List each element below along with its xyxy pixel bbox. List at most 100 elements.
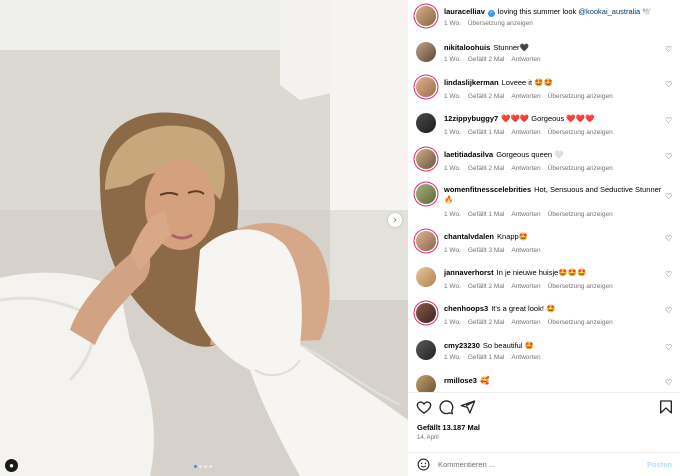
comment-like-heart-icon[interactable]: ♡ [665, 80, 672, 89]
comments-panel: lauracelliav ✓ loving this summer look @ko… [408, 0, 680, 476]
comment-username[interactable]: nikitaloohuis [444, 43, 490, 52]
comment-username[interactable]: womenfitnesscelebrities [444, 185, 531, 194]
smiley-icon[interactable] [417, 458, 430, 471]
caption-mention[interactable]: @kookai_australia [578, 7, 640, 16]
comment-username[interactable]: chenhoops3 [444, 304, 488, 313]
comment-time[interactable]: 1 Wo. [444, 129, 461, 136]
comment-username[interactable]: chantalvdalen [444, 232, 494, 241]
commenter-avatar[interactable] [416, 231, 436, 251]
tagged-users-icon[interactable]: ● [5, 459, 18, 472]
commenter-avatar[interactable] [416, 375, 436, 392]
comment-time[interactable]: 1 Wo. [444, 165, 461, 172]
comment-translate[interactable]: Übersetzung anzeigen [548, 165, 613, 172]
comment-translate[interactable]: Übersetzung anzeigen [548, 319, 613, 326]
heart-icon[interactable] [416, 399, 432, 415]
comment-translate[interactable]: Übersetzung anzeigen [548, 283, 613, 290]
comment-time[interactable]: 1 Wo. [444, 319, 461, 326]
caption-translate[interactable]: Übersetzung anzeigen [468, 20, 533, 27]
post-actions: Gefällt 13.187 Mal 14. April [408, 392, 680, 446]
comment-like-heart-icon[interactable]: ♡ [665, 152, 672, 161]
post-date: 14. April [417, 435, 439, 441]
comment-like-heart-icon[interactable]: ♡ [665, 45, 672, 54]
caption-emoji: 🕊️ [642, 7, 652, 16]
comment-username[interactable]: lindaslijkerman [444, 78, 499, 87]
commenter-avatar[interactable] [416, 77, 436, 97]
comment-translate[interactable]: Übersetzung anzeigen [548, 129, 613, 136]
comment-likes[interactable]: Gefällt 1 Mal [468, 354, 505, 361]
comment-username[interactable]: jannaverhorst [444, 268, 494, 277]
post-photo[interactable]: › ● [0, 0, 408, 476]
author-avatar[interactable] [416, 6, 436, 26]
comment-time[interactable]: 1 Wo. [444, 247, 461, 254]
comment-text: Stunner🖤 [493, 43, 529, 52]
reply-button[interactable]: Antworten [511, 354, 540, 361]
next-slide-button[interactable]: › [388, 213, 402, 227]
comment-translate[interactable]: Übersetzung anzeigen [548, 93, 613, 100]
reply-button[interactable]: Antworten [511, 283, 540, 290]
bookmark-icon[interactable] [658, 399, 674, 415]
comment-likes[interactable]: Gefällt 3 Mal [468, 247, 505, 254]
comment-text: Knapp🤩 [497, 232, 529, 241]
comment-likes[interactable]: Gefällt 2 Mal [468, 283, 505, 290]
carousel-dot [199, 465, 202, 468]
carousel-dots [194, 465, 212, 468]
comment-likes[interactable]: Gefällt 1 Mal [468, 211, 505, 218]
comment-time[interactable]: 1 Wo. [444, 56, 461, 63]
comment-username[interactable]: 12zippybuggy7 [444, 114, 498, 123]
comment-likes[interactable]: Gefällt 2 Mal [468, 56, 505, 63]
comment-username[interactable]: rmillose3 [444, 376, 477, 385]
comment-username[interactable]: cmy23230 [444, 341, 480, 350]
commenter-avatar[interactable] [416, 42, 436, 62]
comment-text: ❤️❤️❤️ Gorgeous ❤️❤️❤️ [501, 114, 595, 123]
comment-time[interactable]: 1 Wo. [444, 211, 461, 218]
comment-likes[interactable]: Gefällt 2 Mal [468, 319, 505, 326]
reply-button[interactable]: Antworten [511, 165, 540, 172]
comment-input[interactable]: Kommentieren ... [438, 460, 495, 469]
comment-time[interactable]: 1 Wo. [444, 354, 461, 361]
reply-button[interactable]: Antworten [511, 211, 540, 218]
comment-like-heart-icon[interactable]: ♡ [665, 116, 672, 125]
comment-like-heart-icon[interactable]: ♡ [665, 343, 672, 352]
commenter-avatar[interactable] [416, 267, 436, 287]
comment-likes[interactable]: Gefällt 1 Mal [468, 129, 505, 136]
reply-button[interactable]: Antworten [511, 319, 540, 326]
commenter-avatar[interactable] [416, 113, 436, 133]
commenter-avatar[interactable] [416, 340, 436, 360]
comment-time[interactable]: 1 Wo. [444, 283, 461, 290]
commenter-avatar[interactable] [416, 184, 436, 204]
caption-time[interactable]: 1 Wo. [444, 20, 461, 27]
comment-text: Loveee it 🤩🤩 [501, 78, 553, 87]
comment-like-heart-icon[interactable]: ♡ [665, 192, 672, 201]
caption-text: loving this summer look [497, 7, 577, 16]
like-count[interactable]: Gefällt 13.187 Mal [417, 423, 480, 432]
reply-button[interactable]: Antworten [511, 56, 540, 63]
reply-button[interactable]: Antworten [511, 129, 540, 136]
comment-composer: Kommentieren ... Posten [408, 452, 680, 476]
reply-button[interactable]: Antworten [511, 247, 540, 254]
carousel-dot [209, 465, 212, 468]
comment-like-heart-icon[interactable]: ♡ [665, 270, 672, 279]
reply-button[interactable]: Antworten [511, 93, 540, 100]
comment-likes[interactable]: Gefällt 2 Mal [468, 165, 505, 172]
comment-like-heart-icon[interactable]: ♡ [665, 234, 672, 243]
comment-like-heart-icon[interactable]: ♡ [665, 306, 672, 315]
comment-time[interactable]: 1 Wo. [444, 93, 461, 100]
commenter-avatar[interactable] [416, 303, 436, 323]
comment-translate[interactable]: Übersetzung anzeigen [548, 211, 613, 218]
comment-text: So beautiful 🤩 [482, 341, 534, 350]
post-comment-button[interactable]: Posten [647, 460, 672, 469]
author-username[interactable]: lauracelliav [444, 7, 485, 16]
comment-text: Gorgeous queen 🤍 [496, 150, 564, 159]
carousel-dot [204, 465, 207, 468]
comment-list[interactable]: lauracelliav ✓ loving this summer look @ko… [408, 0, 680, 392]
photo-illustration [0, 0, 408, 476]
paper-plane-icon[interactable] [460, 399, 476, 415]
comment-likes[interactable]: Gefällt 2 Mal [468, 93, 505, 100]
commenter-avatar[interactable] [416, 149, 436, 169]
comment-icon[interactable] [438, 399, 454, 415]
comment-text: 🥰 [479, 376, 490, 385]
comment-text: In je nieuwe huisje🤩🤩🤩 [496, 268, 587, 277]
comment-username[interactable]: laetitiadasilva [444, 150, 493, 159]
verified-badge-icon: ✓ [487, 10, 495, 17]
comment-like-heart-icon[interactable]: ♡ [665, 378, 672, 387]
